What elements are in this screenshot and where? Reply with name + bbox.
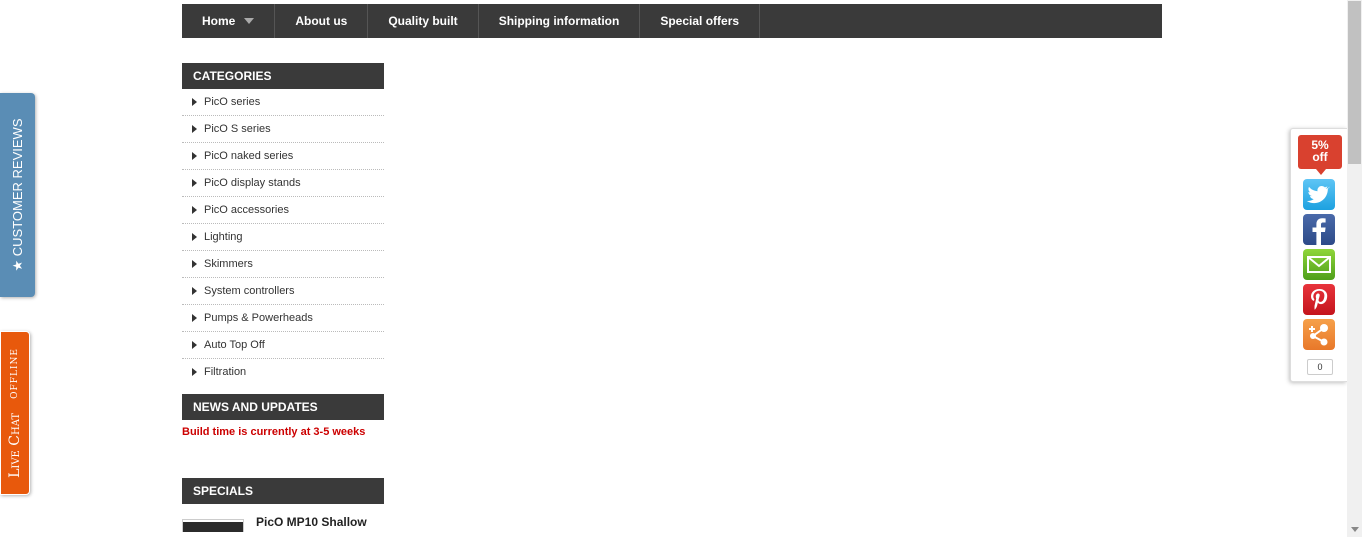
- caret-right-icon: [192, 233, 197, 241]
- category-label: Skimmers: [204, 258, 253, 270]
- customer-reviews-label: ★ CUSTOMER REVIEWS: [9, 118, 25, 272]
- discount-off: off: [1312, 150, 1328, 164]
- special-item-name[interactable]: PicO MP10 Shallow: [256, 515, 367, 532]
- nav-special-offers-label: Special offers: [660, 14, 740, 28]
- category-label: Pumps & Powerheads: [204, 312, 313, 324]
- scroll-down-arrow-icon[interactable]: [1351, 527, 1359, 532]
- email-share-button[interactable]: [1303, 249, 1335, 280]
- category-item-filtration[interactable]: Filtration: [182, 359, 384, 386]
- category-label: Filtration: [204, 366, 247, 378]
- twitter-share-button[interactable]: [1303, 179, 1335, 210]
- pinterest-icon: [1311, 289, 1328, 310]
- category-item-pico-naked-series[interactable]: PicO naked series: [182, 143, 384, 170]
- caret-right-icon: [192, 152, 197, 160]
- live-chat-status: OFFLINE: [10, 348, 20, 399]
- share-plus-icon: [1309, 324, 1328, 346]
- pinterest-share-button[interactable]: [1303, 284, 1335, 315]
- category-label: PicO S series: [204, 123, 271, 135]
- facebook-icon: [1312, 218, 1326, 245]
- main-nav: Home About us Quality built Shipping inf…: [182, 4, 1162, 38]
- category-label: PicO naked series: [204, 150, 294, 162]
- caret-right-icon: [192, 260, 197, 268]
- nav-special-offers[interactable]: Special offers: [640, 4, 761, 38]
- category-item-pumps-powerheads[interactable]: Pumps & Powerheads: [182, 305, 384, 332]
- more-share-button[interactable]: [1303, 319, 1335, 350]
- specials-title: SPECIALS: [182, 478, 384, 504]
- caret-right-icon: [192, 125, 197, 133]
- category-label: PicO display stands: [204, 177, 301, 189]
- caret-right-icon: [192, 98, 197, 106]
- nav-about-us-label: About us: [295, 14, 348, 28]
- category-label: Auto Top Off: [204, 339, 265, 351]
- category-item-skimmers[interactable]: Skimmers: [182, 251, 384, 278]
- special-item-thumbnail[interactable]: [182, 519, 244, 532]
- nav-shipping-information[interactable]: Shipping information: [479, 4, 641, 38]
- news-title: NEWS AND UPDATES: [182, 394, 384, 420]
- nav-home[interactable]: Home: [182, 4, 276, 38]
- category-item-auto-top-off[interactable]: Auto Top Off: [182, 332, 384, 359]
- facebook-share-button[interactable]: [1303, 214, 1335, 245]
- scrollbar-thumb[interactable]: [1348, 1, 1361, 164]
- envelope-icon: [1307, 256, 1331, 273]
- nav-about-us[interactable]: About us: [275, 4, 369, 38]
- news-text: Build time is currently at 3-5 weeks: [182, 426, 366, 438]
- category-list: PicO series PicO S series PicO naked ser…: [182, 89, 384, 386]
- live-chat-label: Live Chat: [7, 412, 23, 478]
- caret-right-icon: [192, 179, 197, 187]
- category-label: PicO series: [204, 96, 261, 108]
- nav-quality-built[interactable]: Quality built: [368, 4, 479, 38]
- special-item[interactable]: PicO MP10 Shallow: [182, 515, 384, 532]
- share-count: 0: [1307, 359, 1333, 375]
- chevron-down-icon: [244, 18, 255, 24]
- caret-right-icon: [192, 341, 197, 349]
- caret-right-icon: [192, 368, 197, 376]
- discount-badge[interactable]: 5% off: [1298, 135, 1342, 175]
- category-item-pico-series[interactable]: PicO series: [182, 89, 384, 116]
- nav-shipping-information-label: Shipping information: [498, 14, 620, 28]
- caret-right-icon: [192, 287, 197, 295]
- category-item-pico-display-stands[interactable]: PicO display stands: [182, 170, 384, 197]
- category-item-lighting[interactable]: Lighting: [182, 224, 384, 251]
- nav-home-label: Home: [202, 14, 236, 28]
- live-chat-label-group: Live Chat OFFLINE: [7, 348, 23, 478]
- category-label: PicO accessories: [204, 204, 289, 216]
- category-label: System controllers: [204, 285, 295, 297]
- category-item-system-controllers[interactable]: System controllers: [182, 278, 384, 305]
- share-bar: 5% off 0: [1290, 128, 1347, 382]
- category-item-pico-accessories[interactable]: PicO accessories: [182, 197, 384, 224]
- category-label: Lighting: [204, 231, 243, 243]
- caret-right-icon: [192, 314, 197, 322]
- caret-right-icon: [192, 206, 197, 214]
- live-chat-tab[interactable]: Live Chat OFFLINE: [0, 331, 30, 495]
- categories-title: CATEGORIES: [182, 63, 384, 89]
- sidebar: CATEGORIES PicO series PicO S series Pic…: [182, 63, 384, 532]
- nav-quality-built-label: Quality built: [388, 14, 458, 28]
- customer-reviews-tab[interactable]: ★ CUSTOMER REVIEWS: [0, 93, 35, 297]
- category-item-pico-s-series[interactable]: PicO S series: [182, 116, 384, 143]
- twitter-icon: [1306, 186, 1331, 204]
